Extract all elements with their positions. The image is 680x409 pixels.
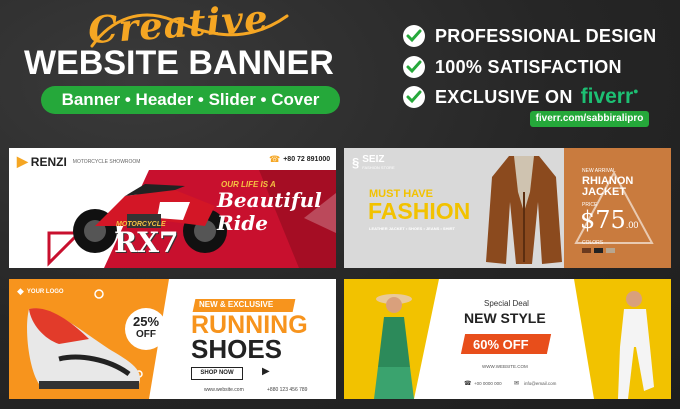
logo-icon: ◆ — [17, 286, 24, 296]
banner4-site: WWW.WEBSITE.COM — [482, 364, 528, 369]
banner2-price-cents: .00 — [625, 220, 639, 230]
jacket-image — [486, 156, 562, 264]
banner3-line2: SHOES — [191, 334, 283, 364]
banner1-headline2: Ride — [217, 211, 268, 235]
banner2-brand: SEIZ — [362, 154, 385, 165]
banner-new-style: Special Deal NEW STYLE 60% OFF WWW.WEBSI… — [344, 279, 671, 399]
model-image-left — [374, 294, 414, 399]
banner2-new-arrival: NEW ARRIVAL — [582, 168, 616, 174]
feature-text: 100% SATISFACTION — [435, 56, 622, 77]
banner2-product2: JACKET — [582, 186, 627, 198]
banner2-fashion: FASHION — [368, 198, 471, 224]
banner1-phone: +80 72 891000 — [283, 156, 331, 163]
feature-row: EXCLUSIVE ON fiverr ● — [403, 85, 639, 109]
main-title: WEBSITE BANNER — [24, 44, 334, 82]
banner3-discount: 25% — [132, 314, 160, 329]
feature-row: 100% SATISFACTION — [403, 55, 622, 79]
phone-icon: ☎ — [269, 154, 281, 164]
check-icon — [403, 86, 425, 108]
feature-text: PROFESSIONAL DESIGN — [435, 25, 657, 46]
banner3-cta: SHOP NOW — [200, 370, 234, 376]
banner3-site: www.website.com — [204, 387, 244, 393]
banner3-off: OFF — [136, 329, 156, 340]
arrow-icon: ▶ — [262, 366, 270, 377]
fiverr-logo: fiverr — [580, 85, 634, 108]
banner1-headline1: Beautiful — [217, 188, 322, 212]
banner-fashion: § SEIZ FASHION STORE MUST HAVE FASHION L… — [344, 148, 671, 268]
banner4-headline: NEW STYLE — [464, 310, 546, 326]
banner2-price: $75 — [580, 206, 626, 234]
banner4-phone: +00 0000 000 — [474, 381, 502, 386]
banner3-logo: YOUR LOGO — [26, 288, 64, 295]
discount-badge: 25% OFF — [125, 308, 167, 350]
model-image-right — [618, 291, 654, 399]
gig-thumbnail: Creative WEBSITE BANNER Banner • Header … — [0, 0, 680, 409]
banner4-email: info@email.com — [524, 381, 557, 386]
feature-row: PROFESSIONAL DESIGN — [403, 24, 656, 48]
check-icon — [403, 56, 425, 78]
seiz-logo-icon: § — [352, 154, 360, 170]
banner3-phone: +880 123 456 789 — [267, 387, 308, 393]
banner3-badge: NEW & EXCLUSIVE — [199, 300, 274, 309]
color-swatches — [582, 248, 615, 253]
feature-text: EXCLUSIVE ON — [435, 86, 573, 107]
email-icon: ✉ — [514, 381, 520, 387]
shop-now-button[interactable]: SHOP NOW — [191, 367, 243, 380]
banner-running-shoes: ◆ YOUR LOGO 25% OFF NEW & EXCLUSIVE RUNN… — [9, 279, 336, 399]
phone-icon: ☎ — [464, 381, 472, 387]
check-icon — [403, 25, 425, 47]
banner2-colors-label: COLORS — [582, 240, 604, 246]
banner1-brand-sub: MOTORCYCLE SHOWROOM — [72, 158, 141, 165]
fiverr-url[interactable]: fiverr.com/sabbiralipro — [530, 111, 649, 127]
banner2-brand-sub: FASHION STORE — [362, 165, 395, 170]
banner1-brand: RENZI — [30, 154, 67, 169]
banner1-model: RX7 — [114, 226, 179, 259]
banner-motorcycle: ▶ RENZI MOTORCYCLE SHOWROOM ☎ +80 72 891… — [9, 148, 336, 268]
banner2-categories: LEATHER JACKET • SHOES • JEANS • SHIRT — [369, 226, 455, 231]
banner4-special: Special Deal — [484, 299, 529, 308]
renzi-logo-icon: ▶ — [17, 153, 28, 169]
tags-pill: Banner • Header • Slider • Cover — [41, 86, 340, 114]
banner4-deal: 60% OFF — [473, 337, 529, 352]
